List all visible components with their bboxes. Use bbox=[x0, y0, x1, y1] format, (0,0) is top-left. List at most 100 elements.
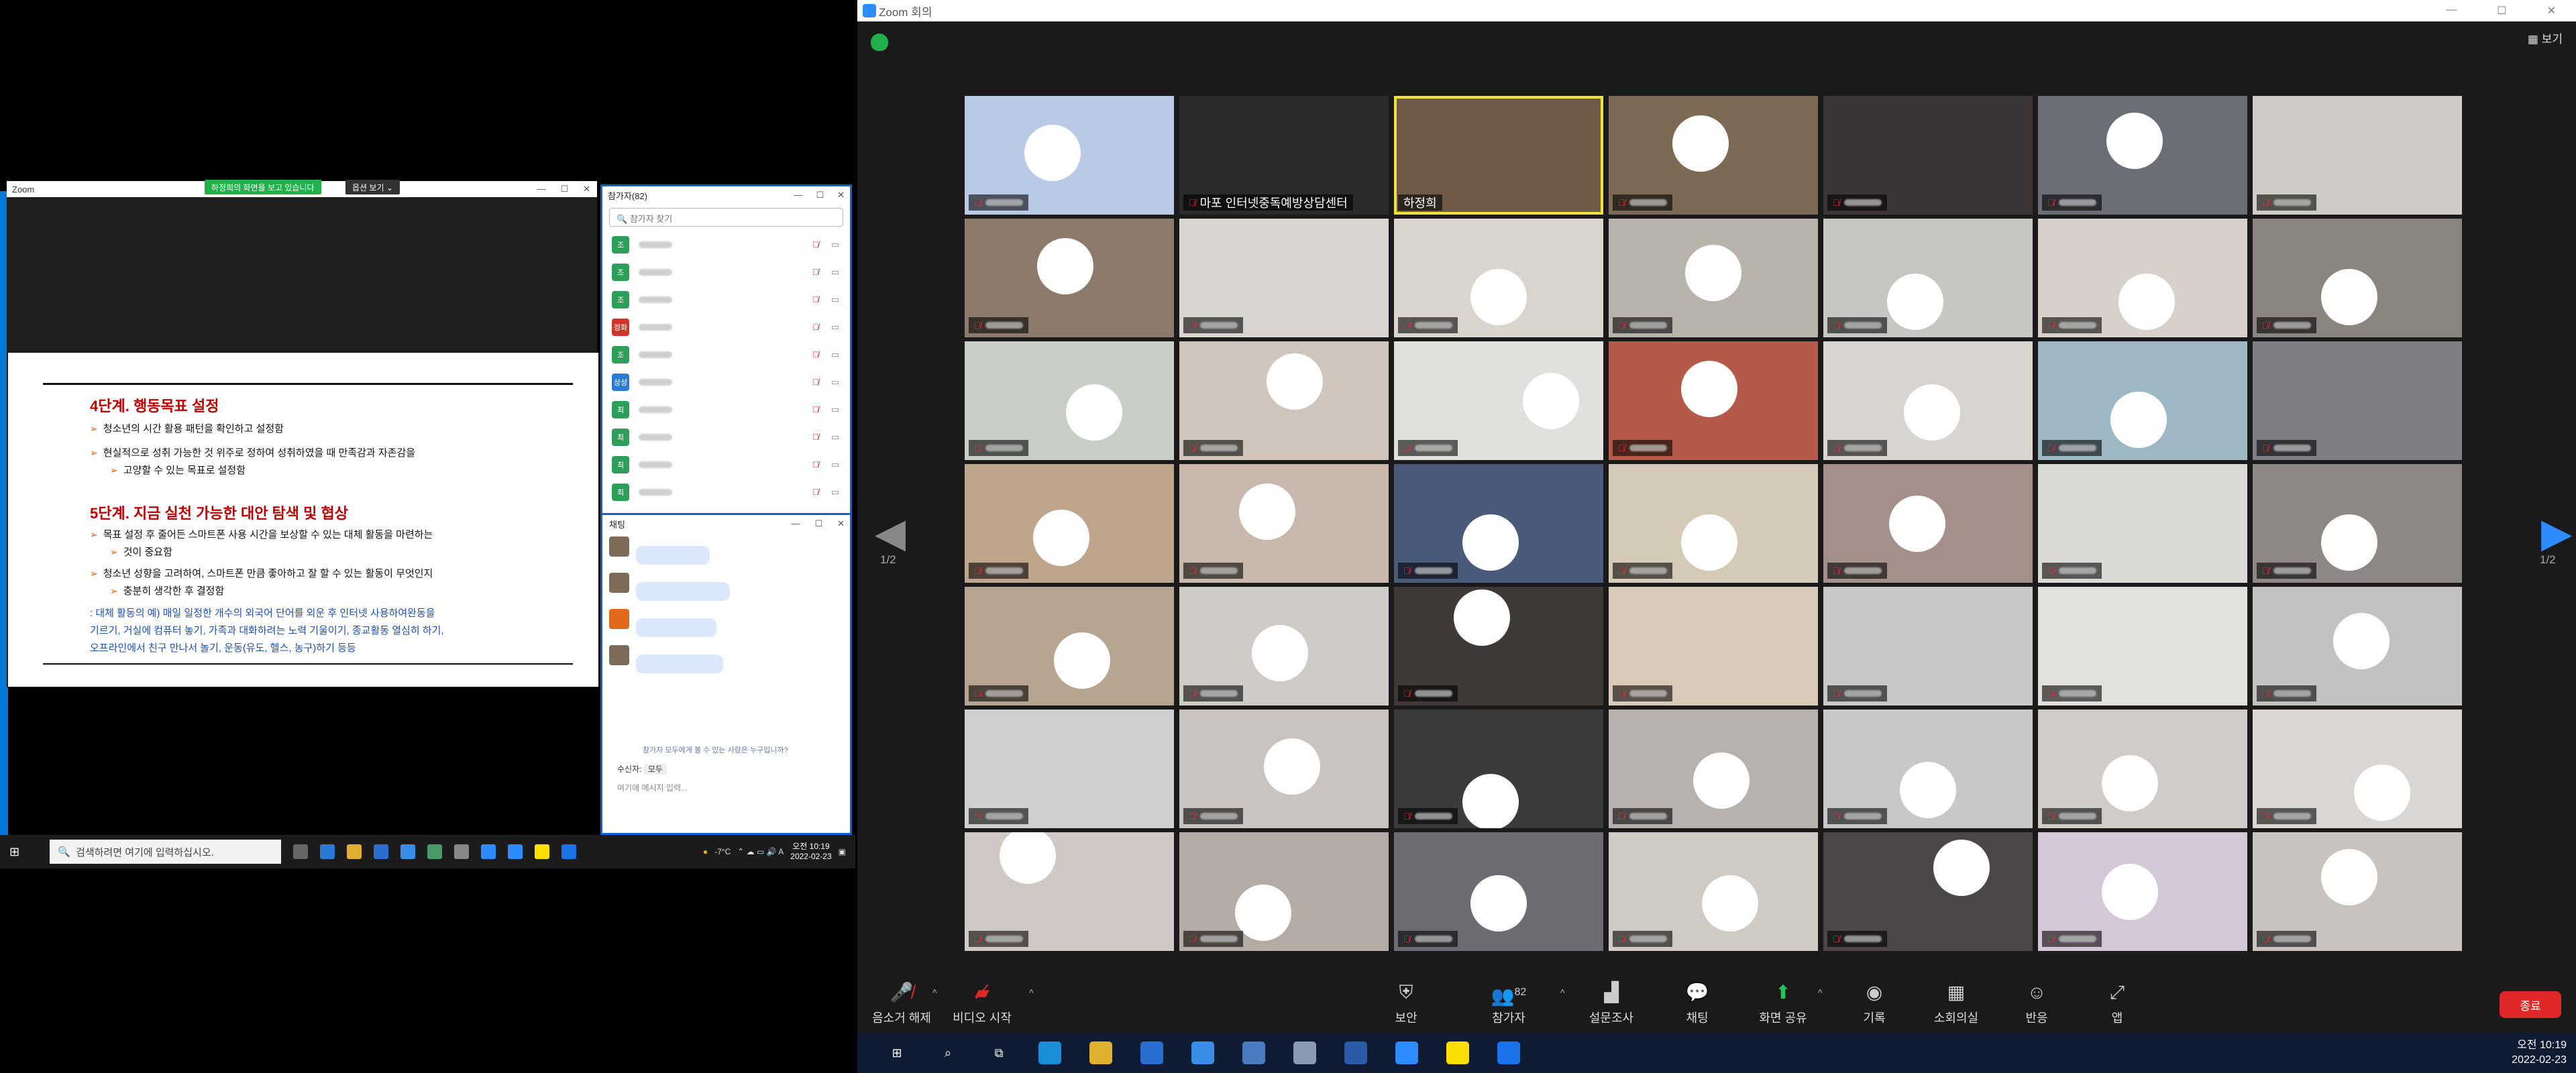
video-tile[interactable]: 🎙̸ bbox=[1394, 710, 1603, 828]
video-tile[interactable]: 🎙̸ bbox=[1823, 832, 2033, 951]
video-tile[interactable]: 🎙̸ bbox=[1823, 219, 2033, 337]
edge-icon[interactable] bbox=[320, 844, 335, 859]
video-tile[interactable]: 🎙̸ bbox=[2038, 587, 2247, 705]
weather-icon[interactable]: ● bbox=[703, 847, 708, 856]
app-icon[interactable] bbox=[454, 844, 470, 859]
video-tile[interactable]: 🎙̸ bbox=[2253, 96, 2462, 215]
video-tile[interactable]: 🎙̸ bbox=[965, 219, 1174, 337]
video-tile[interactable]: 🎙̸ bbox=[1609, 341, 1818, 460]
video-tile[interactable]: 🎙̸ bbox=[1609, 832, 1818, 951]
video-tile[interactable]: 🎙̸ bbox=[1394, 341, 1603, 460]
right-clock[interactable]: 오전 10:19 2022-02-23 bbox=[2512, 1038, 2567, 1068]
video-tile[interactable]: 🎙̸ bbox=[1609, 219, 1818, 337]
app-icon[interactable] bbox=[427, 844, 443, 859]
ie-icon[interactable] bbox=[561, 844, 577, 859]
video-tile[interactable]: 🎙̸ bbox=[2038, 710, 2247, 828]
calculator-icon[interactable] bbox=[1344, 1041, 1367, 1064]
taskbar-search-input[interactable]: 🔍 검색하려면 여기에 입력하십시오. bbox=[50, 840, 282, 864]
reactions-button[interactable]: ☺ 반응 bbox=[2003, 980, 2070, 1026]
minimize-icon[interactable]: — bbox=[794, 190, 802, 201]
participants-caret-icon[interactable]: ^ bbox=[1560, 987, 1565, 998]
video-tile[interactable]: 🎙̸ bbox=[1394, 587, 1603, 705]
video-tile[interactable]: 🎙̸ bbox=[1394, 464, 1603, 583]
video-options-caret-icon[interactable]: ^ bbox=[1029, 987, 1034, 998]
participant-row[interactable]: 조 🎙̸ ▭ bbox=[602, 258, 850, 286]
video-tile[interactable]: 🎙̸ bbox=[2038, 96, 2247, 215]
app-icon[interactable] bbox=[1242, 1041, 1265, 1064]
start-video-button[interactable]: ▰̸ 비디오 시작 bbox=[949, 980, 1016, 1026]
polls-button[interactable]: ▟ 설문조사 bbox=[1578, 980, 1645, 1026]
minimize-icon[interactable]: — bbox=[791, 518, 800, 529]
participants-button[interactable]: 👥82 참가자 bbox=[1475, 980, 1542, 1026]
end-meeting-button[interactable]: 종료 bbox=[2500, 991, 2561, 1018]
participant-row[interactable]: 조 🎙̸ ▭ bbox=[602, 231, 850, 258]
kakaotalk-icon[interactable] bbox=[1446, 1041, 1469, 1064]
video-tile[interactable]: 🎙̸ bbox=[965, 832, 1174, 951]
audio-options-caret-icon[interactable]: ^ bbox=[932, 987, 937, 998]
video-tile[interactable]: 🎙̸ bbox=[1609, 96, 1818, 215]
chat-button[interactable]: 💬 채팅 bbox=[1664, 980, 1731, 1026]
store-icon[interactable] bbox=[374, 844, 389, 859]
video-tile[interactable]: 🎙̸ bbox=[1179, 464, 1389, 583]
video-tile[interactable]: 🎙̸ bbox=[1823, 710, 2033, 828]
participant-row[interactable]: 최 🎙̸ ▭ bbox=[602, 478, 850, 506]
video-tile[interactable]: 🎙̸ bbox=[1609, 464, 1818, 583]
task-view-icon[interactable] bbox=[293, 844, 309, 859]
mail-icon[interactable] bbox=[400, 844, 416, 859]
video-tile[interactable]: 🎙̸ bbox=[2253, 464, 2462, 583]
video-tile[interactable]: 🎙̸ bbox=[1179, 219, 1389, 337]
participant-row[interactable]: 최 🎙̸ ▭ bbox=[602, 396, 850, 423]
video-tile[interactable]: 🎙̸ bbox=[1823, 341, 2033, 460]
video-tile[interactable]: 🎙̸ bbox=[2038, 464, 2247, 583]
participant-row[interactable]: 조 🎙̸ ▭ bbox=[602, 341, 850, 368]
video-tile[interactable]: 🎙̸ bbox=[1179, 587, 1389, 705]
participant-row[interactable]: 최 🎙̸ ▭ bbox=[602, 423, 850, 451]
chat-message-input[interactable]: 여기에 메시지 입력... bbox=[617, 782, 688, 793]
participant-row[interactable]: 정화 🎙̸ ▭ bbox=[602, 313, 850, 341]
search-icon[interactable]: ⌕ bbox=[936, 1041, 959, 1064]
maximize-icon[interactable]: ☐ bbox=[560, 184, 568, 194]
close-icon[interactable]: ✕ bbox=[837, 190, 845, 201]
notification-icon[interactable]: ▣ bbox=[839, 847, 846, 856]
participant-row[interactable]: 상성 🎙̸ ▭ bbox=[602, 368, 850, 396]
previous-page-arrow-icon[interactable]: ◀ bbox=[875, 510, 906, 557]
video-tile[interactable]: 🎙̸ bbox=[1179, 710, 1389, 828]
video-tile[interactable]: 🎙̸ bbox=[965, 464, 1174, 583]
video-tile[interactable]: 🎙̸ bbox=[2253, 219, 2462, 337]
video-tile[interactable]: 🎙̸ bbox=[965, 710, 1174, 828]
folder-icon[interactable] bbox=[347, 844, 362, 859]
video-tile[interactable]: 🎙̸ bbox=[1609, 710, 1818, 828]
close-icon[interactable]: ✕ bbox=[2547, 4, 2556, 17]
close-icon[interactable]: ✕ bbox=[837, 518, 845, 529]
share-caret-icon[interactable]: ^ bbox=[1818, 987, 1823, 998]
video-tile[interactable]: 🎙̸ bbox=[1179, 832, 1389, 951]
view-button[interactable]: ▦ 보기 bbox=[2528, 30, 2563, 46]
task-view-icon[interactable]: ⧉ bbox=[987, 1041, 1010, 1064]
chat-visibility-note[interactable]: 참가자 모두에게 볼 수 있는 사람은 누구입니까? bbox=[643, 744, 788, 755]
view-options-button[interactable]: 옵션 보기 ⌄ bbox=[345, 180, 400, 194]
app-icon[interactable] bbox=[1293, 1041, 1316, 1064]
video-tile[interactable]: 🎙̸ bbox=[1179, 341, 1389, 460]
video-tile[interactable]: 🎙̸ bbox=[2038, 341, 2247, 460]
zoom-icon[interactable] bbox=[1395, 1041, 1418, 1064]
video-tile[interactable]: 🎙̸ bbox=[1394, 219, 1603, 337]
left-clock[interactable]: 오전 10:19 2022-02-23 bbox=[790, 842, 831, 862]
video-tile[interactable]: 🎙̸ bbox=[2253, 710, 2462, 828]
kakaotalk-icon[interactable] bbox=[535, 844, 550, 859]
ie-icon[interactable] bbox=[1497, 1041, 1520, 1064]
video-tile[interactable]: 🎙̸ bbox=[1394, 832, 1603, 951]
maximize-icon[interactable]: ☐ bbox=[816, 190, 824, 201]
video-tile[interactable]: 하정희 bbox=[1394, 96, 1603, 215]
participant-row[interactable]: 최 🎙̸ ▭ bbox=[602, 451, 850, 478]
chat-recipient[interactable]: 수신자: 모두 bbox=[617, 763, 667, 775]
video-tile[interactable]: 🎙̸ 마포 인터넷중독예방상담센터 bbox=[1179, 96, 1389, 215]
video-tile[interactable]: 🎙̸ bbox=[2038, 832, 2247, 951]
video-tile[interactable]: 🎙̸ bbox=[1823, 96, 2033, 215]
unmute-button[interactable]: 🎤̸ 음소거 해제 bbox=[868, 980, 935, 1026]
folder-icon[interactable] bbox=[1089, 1041, 1112, 1064]
mail-icon[interactable] bbox=[1191, 1041, 1214, 1064]
minimize-icon[interactable]: — bbox=[2446, 4, 2457, 17]
video-tile[interactable]: 🎙̸ bbox=[2253, 832, 2462, 951]
tray-icons[interactable]: ⌃ ☁ ▭ 🔊 A bbox=[737, 847, 784, 856]
participant-search-input[interactable]: 🔍 참가자 찾기 bbox=[609, 208, 843, 227]
